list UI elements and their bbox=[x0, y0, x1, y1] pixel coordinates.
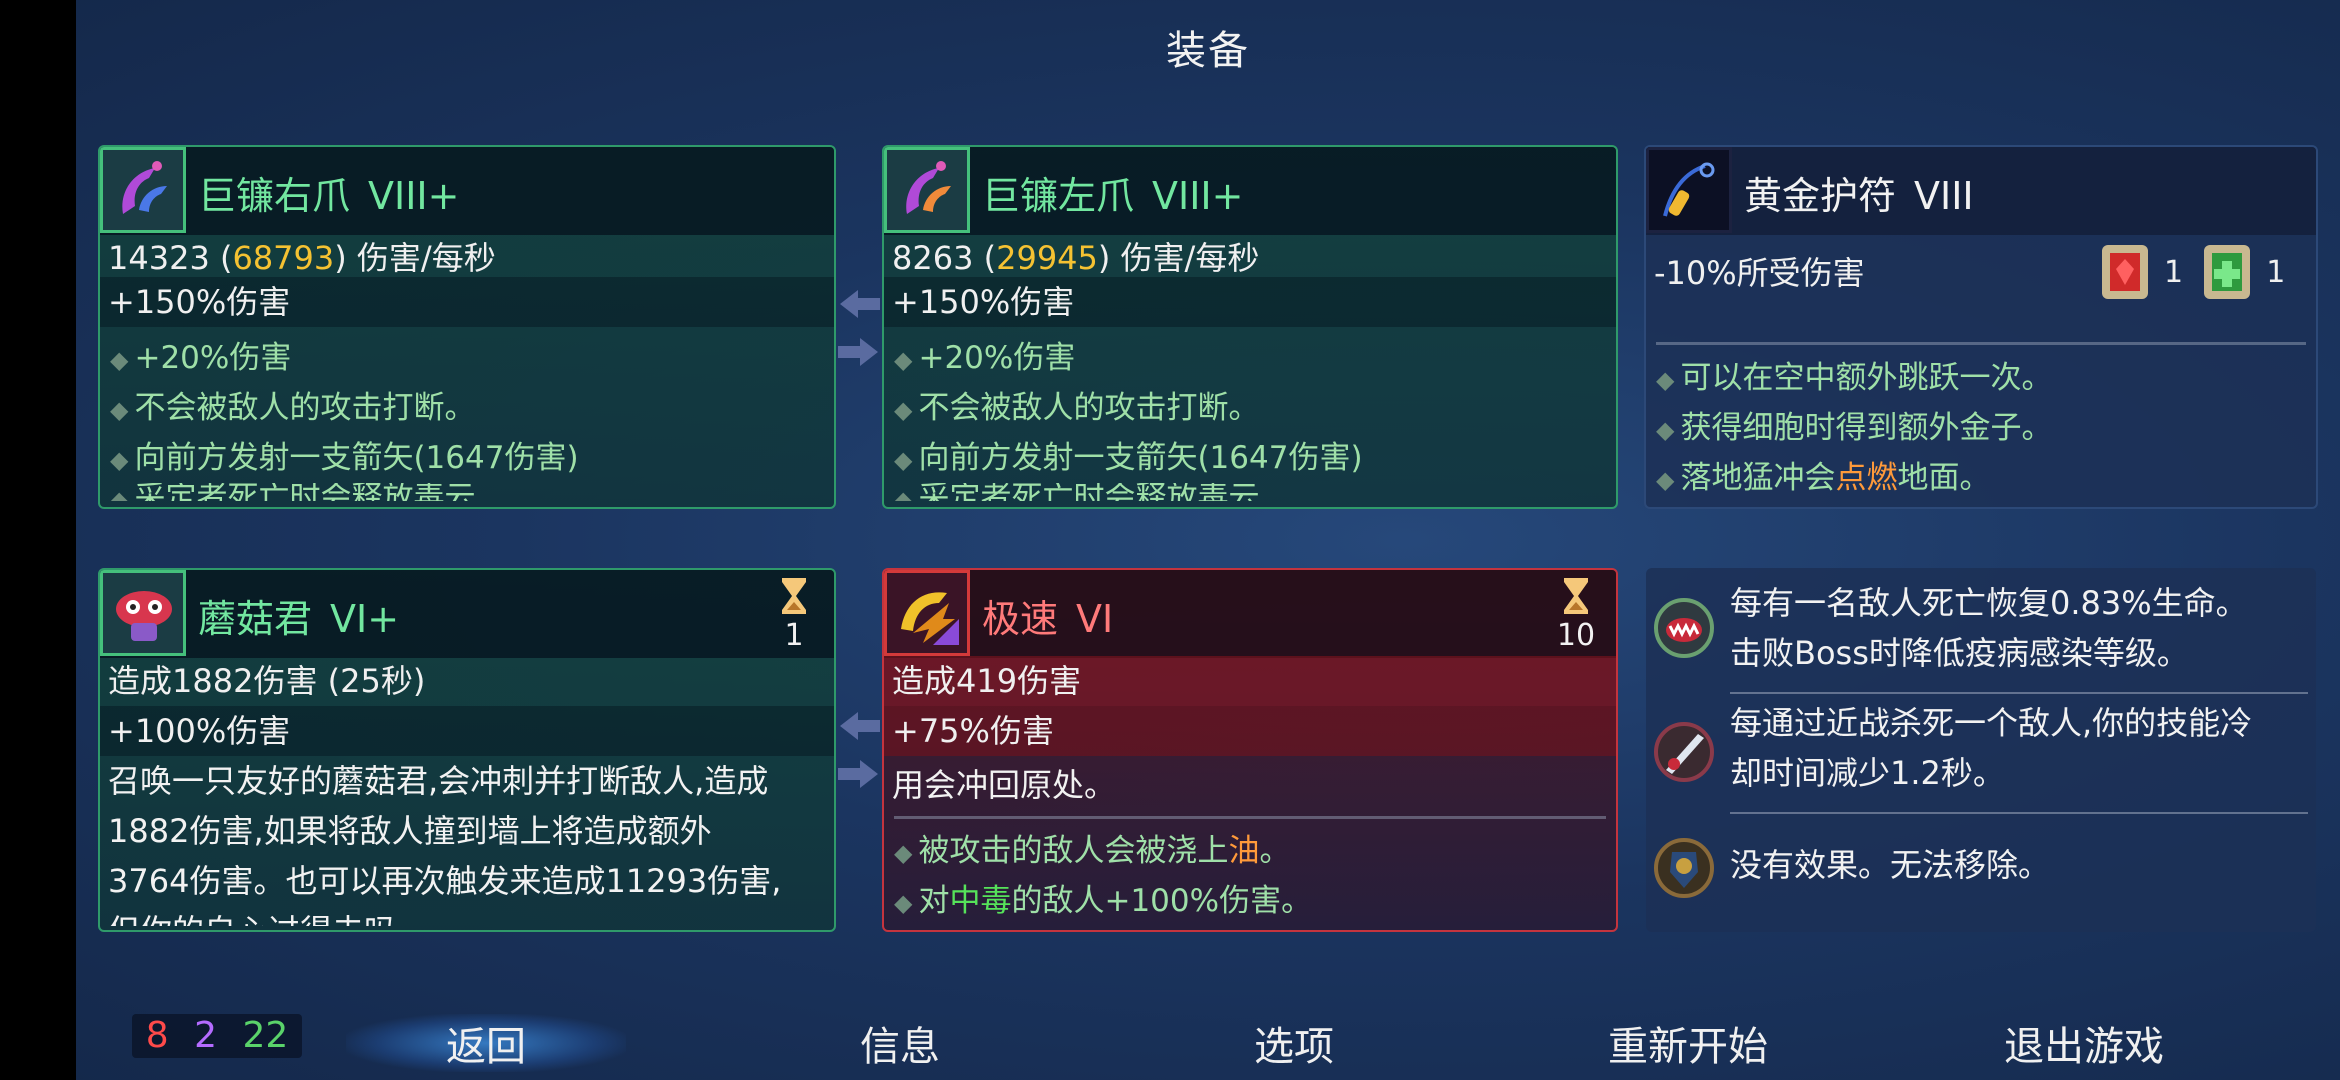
swap-skills-arrows[interactable] bbox=[836, 704, 882, 794]
perk-item: ◆ 不会被敌人的攻击打断。 bbox=[110, 390, 476, 426]
skill-name: 蘑菇君 VI+ bbox=[198, 597, 400, 641]
divider bbox=[894, 816, 1606, 819]
bottom-menu-bar: 8 2 22 返回 信息 选项 重新开始 退出游戏 bbox=[76, 1000, 2340, 1080]
red-scroll-count: 1 bbox=[2164, 254, 2184, 290]
vampire-mouth-icon bbox=[1654, 598, 1714, 658]
mushroom-skill-icon bbox=[100, 570, 186, 656]
weapon-card-left-claw[interactable]: 巨镰左爪 VIII+ 8263 (29945) 伤害/每秒 +150%伤害 ◆ +2… bbox=[882, 145, 1618, 509]
perk-item: ◆ 不会被敌人的攻击打断。 bbox=[894, 390, 1260, 426]
divider bbox=[1656, 342, 2306, 345]
perk-list: ◆ 被攻击的敌人会被浇上油。 ◆ 对中毒的敌人+100%伤害。 bbox=[884, 826, 1616, 926]
red-counter: 8 bbox=[145, 1015, 169, 1056]
charge-count: 10 bbox=[1556, 618, 1596, 653]
bonus-row: +150%伤害 bbox=[100, 277, 834, 327]
claw-weapon-icon bbox=[884, 147, 970, 233]
perk-item: ◆ +20%伤害 bbox=[894, 340, 1076, 376]
mutations-panel: 每有一名敌人死亡恢复0.83%生命。 击败Boss时降低疫病感染等级。 每通过近战… bbox=[1646, 568, 2316, 932]
left-black-bar bbox=[0, 0, 76, 1080]
perk-list: ◆ +20%伤害 ◆ 不会被敌人的攻击打断。 ◆ 向前方发射一支箭矢(1647伤害) … bbox=[884, 333, 1616, 501]
bonus-row: +150%伤害 bbox=[884, 277, 1616, 327]
perk-item: ◆ 向前方发射一支箭矢(1647伤害) bbox=[894, 440, 1363, 476]
swap-weapons-arrows[interactable] bbox=[836, 282, 882, 372]
perk-item: ◆ 采定者死亡时会释放毒云 bbox=[894, 483, 1260, 501]
skill-stat: 造成419伤害 bbox=[884, 656, 1616, 706]
scroll-counts: 1 1 bbox=[2096, 239, 2295, 319]
weapon-name: 巨镰左爪 VIII+ bbox=[982, 174, 1244, 218]
green-scroll-count: 1 bbox=[2266, 254, 2286, 290]
skill-card-speed[interactable]: 极速 VI 10 造成419伤害 +75%伤害 用会冲回原处。 ◆ 被攻击的敌人会被… bbox=[882, 568, 1618, 932]
perk-list: ◆ +20%伤害 ◆ 不会被敌人的攻击打断。 ◆ 向前方发射一支箭矢(1647伤害) … bbox=[100, 333, 834, 501]
perk-item: ◆ 向前方发射一支箭矢(1647伤害) bbox=[110, 440, 579, 476]
skill-description: 召唤一只友好的蘑菇君,会冲刺并打断敌人,造成 1882伤害,如果将敌人撞到墙上将… bbox=[108, 762, 782, 926]
divider bbox=[1730, 812, 2308, 814]
claw-weapon-icon bbox=[100, 147, 186, 233]
quit-game-button[interactable]: 退出游戏 bbox=[2004, 1014, 2164, 1072]
purple-counter: 2 bbox=[194, 1015, 217, 1056]
restart-button[interactable]: 重新开始 bbox=[1608, 1014, 1768, 1072]
sword-blood-icon bbox=[1654, 722, 1714, 782]
perk-item: ◆ 落地猛冲会点燃地面。 bbox=[1656, 460, 1991, 496]
cooldown-indicator: 10 bbox=[1546, 576, 1606, 653]
options-button[interactable]: 选项 bbox=[1254, 1014, 1334, 1072]
dps-row: 14323 (68793) 伤害/每秒 bbox=[108, 239, 496, 277]
weapon-name: 巨镰右爪 VIII+ bbox=[198, 174, 460, 218]
perk-list: ◆ 可以在空中额外跳跃一次。 ◆ 获得细胞时得到额外金子。 ◆ 落地猛冲会点燃地面。 bbox=[1646, 353, 2316, 503]
amulet-card[interactable]: 黄金护符 VIII -10%所受伤害 1 1 ◆ 可以在空中额外跳跃一次。 ◆ 获得细… bbox=[1644, 145, 2318, 509]
cooldown-indicator: 1 bbox=[764, 576, 824, 653]
skill-name: 极速 VI bbox=[982, 597, 1114, 641]
mutation-row[interactable]: 没有效果。无法移除。 bbox=[1648, 818, 2314, 918]
perk-item: ◆ +20%伤害 bbox=[110, 340, 292, 376]
skill-stat: 造成1882伤害 (25秒) bbox=[108, 662, 426, 700]
bonus-row: +75%伤害 bbox=[884, 706, 1616, 756]
amulet-icon bbox=[1646, 147, 1732, 233]
green-scroll-icon bbox=[2204, 245, 2251, 299]
perk-item: ◆ 获得细胞时得到额外金子。 bbox=[1656, 410, 2053, 446]
swap-arrow-icon bbox=[838, 290, 880, 366]
shield-mask-icon bbox=[1654, 838, 1714, 898]
skill-card-mushroom[interactable]: 蘑菇君 VI+ 1 造成1882伤害 (25秒) +100%伤害 召唤一只友好的蘑… bbox=[98, 568, 836, 932]
crit-dps: 68793 bbox=[232, 239, 335, 277]
crit-dps: 29945 bbox=[996, 239, 1098, 277]
dps-row: 8263 (29945) 伤害/每秒 bbox=[892, 239, 1260, 277]
charge-count: 1 bbox=[784, 618, 804, 653]
hourglass-icon bbox=[782, 578, 806, 614]
red-scroll-icon bbox=[2102, 245, 2148, 299]
mutation-row[interactable]: 每通过近战杀死一个敌人,你的技能冷 却时间减少1.2秒。 bbox=[1648, 698, 2314, 808]
back-button[interactable]: 返回 bbox=[346, 1014, 626, 1072]
page-title: 装备 bbox=[1166, 28, 1250, 74]
swap-arrow-icon bbox=[838, 712, 880, 788]
divider bbox=[1730, 692, 2308, 694]
perk-item: ◆ 采定者死亡时会释放毒云 bbox=[110, 483, 476, 501]
perk-item: ◆ 被攻击的敌人会被浇上油。 bbox=[894, 833, 1291, 869]
green-counter: 22 bbox=[242, 1015, 289, 1056]
speed-skill-icon bbox=[884, 570, 970, 656]
perk-item: ◆ 对中毒的敌人+100%伤害。 bbox=[894, 883, 1313, 919]
bonus-row: +100%伤害 bbox=[100, 706, 834, 756]
mutation-row[interactable]: 每有一名敌人死亡恢复0.83%生命。 击败Boss时降低疫病感染等级。 bbox=[1648, 578, 2314, 688]
hourglass-icon bbox=[1564, 578, 1588, 614]
skill-description: 用会冲回原处。 bbox=[892, 766, 1117, 804]
perk-item: ◆ 可以在空中额外跳跃一次。 bbox=[1656, 360, 2053, 396]
info-button[interactable]: 信息 bbox=[860, 1014, 940, 1072]
cell-counters: 8 2 22 bbox=[132, 1014, 302, 1058]
amulet-name: 黄金护符 VIII bbox=[1744, 174, 1974, 218]
weapon-card-right-claw[interactable]: 巨镰右爪 VIII+ 14323 (68793) 伤害/每秒 +150%伤害 ◆ +… bbox=[98, 145, 836, 509]
